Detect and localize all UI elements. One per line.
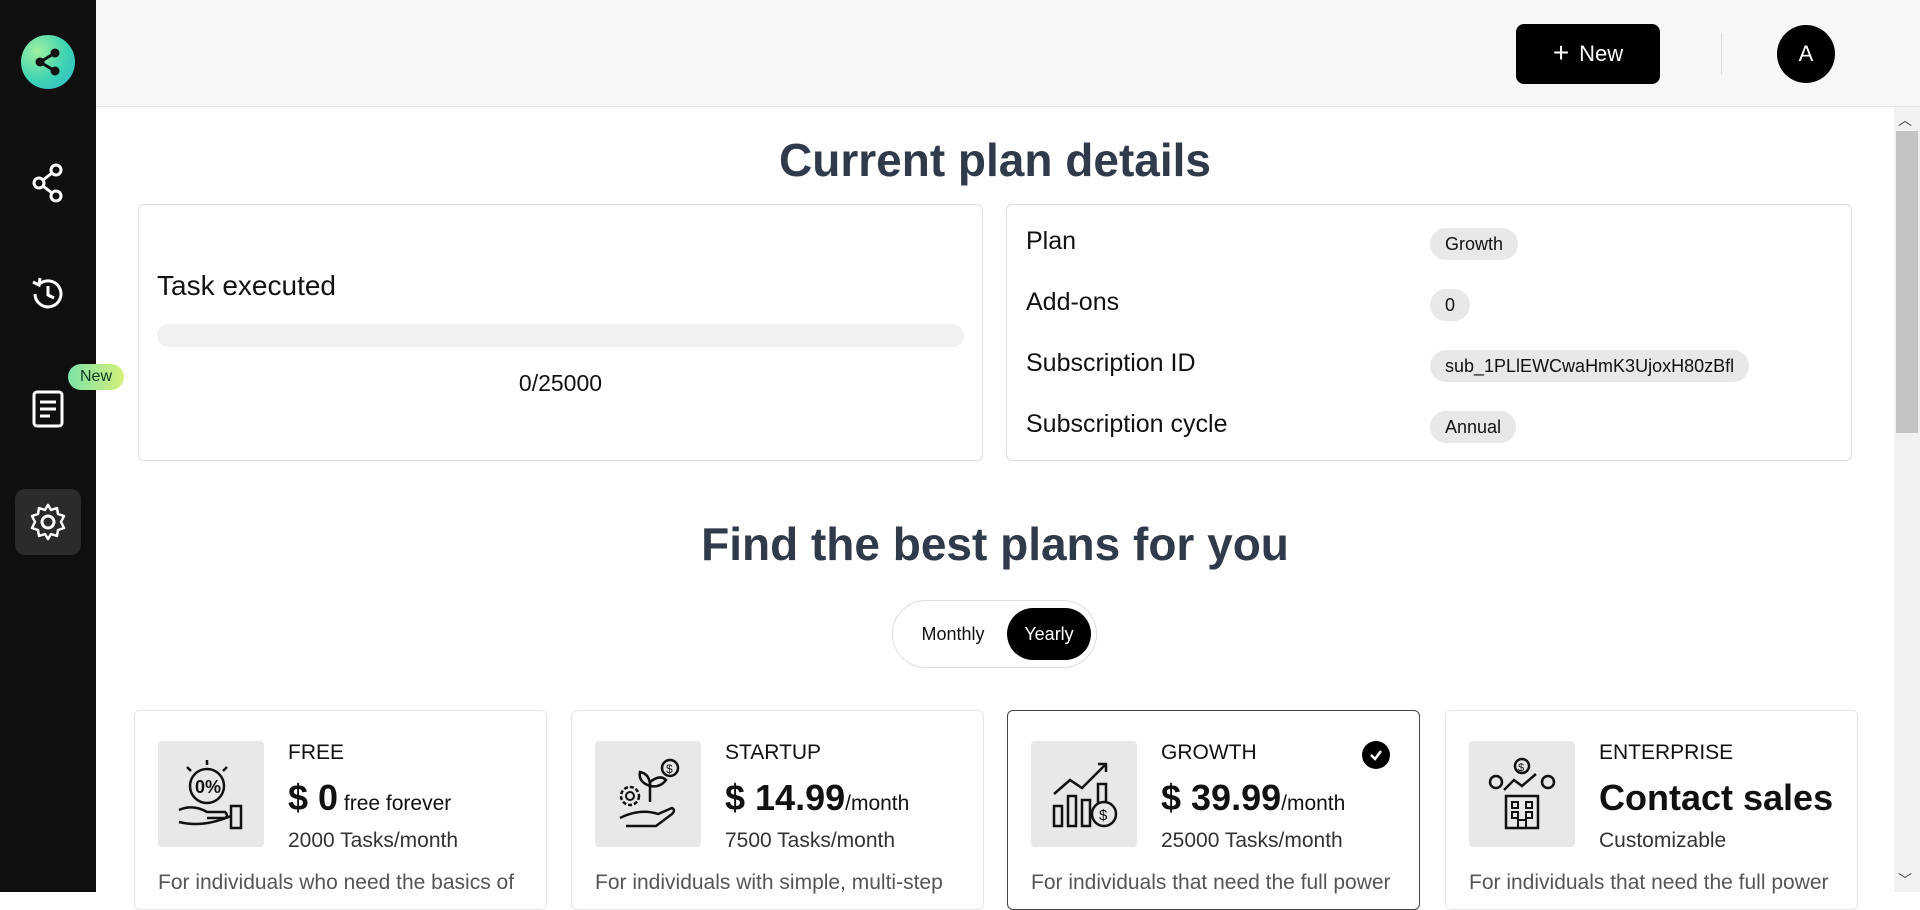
plan-price: $ 39.99/month xyxy=(1161,777,1346,818)
plan-price: $ 0 free forever xyxy=(288,777,452,818)
detail-key-addons: Add-ons xyxy=(1026,288,1120,316)
plan-name: FREE xyxy=(288,741,345,764)
addons-value-pill: 0 xyxy=(1430,289,1471,321)
toggle-monthly[interactable]: Monthly xyxy=(903,608,1003,660)
plan-card-free[interactable]: 0% FREE $ 0 free forever 2000 Tasks/mont… xyxy=(134,710,547,910)
plans-section-title: Find the best plans for you xyxy=(701,518,1289,570)
plan-tasks: 7500 Tasks/month xyxy=(725,829,896,852)
task-progress-bar xyxy=(157,324,964,347)
svg-text:0%: 0% xyxy=(195,777,221,797)
plan-name: STARTUP xyxy=(725,741,822,764)
plan-tasks: Customizable xyxy=(1599,829,1727,852)
plan-description: For individuals who need the basics of xyxy=(158,871,515,894)
plan-card-growth[interactable]: $ GROWTH $ 39.99/month 25000 Tasks/month… xyxy=(1007,710,1420,910)
avatar[interactable]: A xyxy=(1777,25,1835,83)
plan-price: $ 14.99/month xyxy=(725,777,910,818)
document-icon xyxy=(32,390,64,428)
plan-card-startup[interactable]: $ STARTUP $ 14.99/month 7500 Tasks/month… xyxy=(571,710,984,910)
plan-name: GROWTH xyxy=(1161,741,1257,764)
task-executed-label: Task executed xyxy=(157,270,336,301)
svg-text:$: $ xyxy=(1518,762,1524,774)
plan-name: ENTERPRISE xyxy=(1599,741,1734,764)
new-badge: New xyxy=(68,364,125,390)
gear-icon xyxy=(30,503,66,541)
plan-description: For individuals that need the full power xyxy=(1469,871,1829,894)
share-icon xyxy=(32,163,63,203)
new-button-label: New xyxy=(1579,41,1624,66)
task-count: 0/25000 xyxy=(518,370,603,396)
detail-key-subscription-cycle: Subscription cycle xyxy=(1026,410,1228,438)
selected-check-icon xyxy=(1362,741,1390,769)
sidebar-item-settings[interactable] xyxy=(15,489,81,555)
sidebar-item-history[interactable] xyxy=(15,261,81,327)
scrollbar-thumb[interactable] xyxy=(1896,131,1918,433)
scroll-down-arrow-icon[interactable]: ﹀ xyxy=(1898,870,1912,890)
plan-tasks: 25000 Tasks/month xyxy=(1161,829,1343,852)
plan-price: Contact sales xyxy=(1599,777,1834,818)
sidebar-item-workflows[interactable] xyxy=(15,150,81,216)
plan-card-enterprise[interactable]: $ ENTERPRISE Contact sales Customizable … xyxy=(1445,710,1858,910)
plant-gear-icon: $ xyxy=(595,741,701,847)
plus-icon: + xyxy=(1552,36,1570,68)
detail-key-subscription-id: Subscription ID xyxy=(1026,349,1196,377)
plan-value-pill: Growth xyxy=(1430,228,1519,260)
logo-share-icon xyxy=(35,48,60,76)
plan-description: For individuals that need the full power xyxy=(1031,871,1391,894)
plan-tasks: 2000 Tasks/month xyxy=(288,829,459,852)
billing-cycle-toggle: Monthly Yearly xyxy=(892,600,1097,668)
plan-description: For individuals with simple, multi-step xyxy=(595,871,943,894)
app-logo[interactable] xyxy=(21,35,75,89)
svg-text:$: $ xyxy=(1099,807,1108,824)
discount-hand-icon: 0% xyxy=(158,741,264,847)
growth-chart-icon: $ xyxy=(1031,741,1137,847)
svg-text:$: $ xyxy=(666,762,673,776)
topbar-divider xyxy=(1721,33,1722,75)
scroll-up-arrow-icon[interactable]: ︿ xyxy=(1898,110,1912,130)
enterprise-building-icon: $ xyxy=(1469,741,1575,847)
history-icon xyxy=(32,277,63,309)
detail-key-plan: Plan xyxy=(1026,227,1077,255)
current-plan-title: Current plan details xyxy=(779,134,1211,186)
new-button[interactable]: + New xyxy=(1516,24,1660,84)
toggle-yearly[interactable]: Yearly xyxy=(1007,608,1091,660)
subscription-cycle-pill: Annual xyxy=(1430,411,1517,443)
sidebar: New xyxy=(0,0,125,892)
subscription-id-pill: sub_1PLlEWCwaHmK3UjoxH80zBfl xyxy=(1430,350,1750,382)
